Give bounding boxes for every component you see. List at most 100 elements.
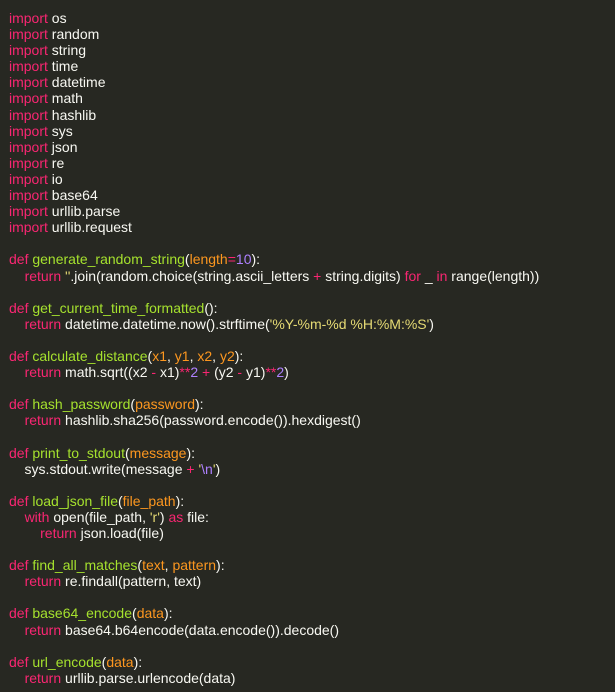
number-token: 2 [276, 364, 285, 381]
code-line[interactable]: return base64.b64encode(data.encode()).d… [0, 622, 615, 638]
code-text: string [47, 42, 87, 59]
code-line[interactable] [0, 428, 615, 444]
code-line[interactable]: def calculate_distance(x1, y1, x2, y2): [0, 348, 615, 364]
keyword-token: def [9, 299, 29, 316]
parameter-token: message [129, 444, 187, 461]
function-name-token: calculate_distance [32, 347, 148, 364]
code-line[interactable]: import json [0, 139, 615, 155]
code-line[interactable]: import datetime [0, 74, 615, 90]
code-line[interactable]: import os [0, 10, 615, 26]
keyword-token: return [24, 267, 62, 284]
code-text: ) [215, 460, 221, 477]
code-line[interactable]: def generate_random_string(length=10): [0, 251, 615, 267]
code-text: re.findall(pattern, text) [61, 573, 202, 590]
code-line[interactable]: def get_current_time_formatted(): [0, 300, 615, 316]
code-text: , [167, 347, 175, 364]
keyword-token: import [9, 42, 48, 59]
code-line[interactable]: import urllib.parse [0, 203, 615, 219]
parameter-token: file_path [122, 492, 176, 509]
keyword-token: import [9, 187, 48, 204]
code-line[interactable]: def print_to_stdout(message): [0, 445, 615, 461]
code-line[interactable]: import time [0, 58, 615, 74]
keyword-token: import [9, 74, 48, 91]
string-token: '%Y-%m-%d %H:%M:%S' [269, 315, 430, 332]
code-area[interactable]: import os import random import string impor… [0, 10, 615, 686]
code-line[interactable] [0, 235, 615, 251]
code-text: ): [216, 557, 225, 574]
code-line[interactable]: def load_json_file(file_path): [0, 493, 615, 509]
keyword-token: return [24, 364, 62, 381]
function-name-token: generate_random_string [32, 251, 185, 268]
code-text: math.sqrt((x2 [61, 364, 152, 381]
code-text: ): [163, 605, 173, 622]
keyword-token: def [9, 347, 29, 364]
code-line[interactable]: import math [0, 90, 615, 106]
code-line[interactable]: return ''.join(random.choice(string.asci… [0, 268, 615, 284]
code-text: math [47, 90, 83, 107]
parameter-token: data [106, 653, 134, 670]
function-name-token: base64_encode [32, 605, 133, 622]
code-line[interactable]: return hashlib.sha256(password.encode())… [0, 412, 615, 428]
code-line[interactable] [0, 284, 615, 300]
code-line[interactable]: import random [0, 26, 615, 42]
keyword-token: = [227, 251, 236, 268]
keyword-token: import [9, 10, 48, 26]
code-text: x1) [156, 364, 180, 381]
function-name-token: print_to_stdout [32, 444, 125, 461]
code-line[interactable] [0, 541, 615, 557]
code-text: random [47, 26, 100, 43]
parameter-token: data [136, 605, 164, 622]
code-line[interactable]: sys.stdout.write(message + '\n') [0, 461, 615, 477]
code-line[interactable]: import io [0, 171, 615, 187]
code-line[interactable]: import sys [0, 123, 615, 139]
keyword-token: def [9, 396, 29, 413]
keyword-token: import [9, 154, 48, 171]
code-line[interactable] [0, 380, 615, 396]
code-line[interactable] [0, 332, 615, 348]
keyword-token: import [9, 26, 48, 43]
code-line[interactable]: return re.findall(pattern, text) [0, 573, 615, 589]
code-text: re [47, 154, 65, 171]
parameter-token: text [142, 557, 165, 574]
code-line[interactable] [0, 589, 615, 605]
code-text: (): [204, 299, 218, 316]
keyword-token: def [9, 251, 29, 268]
code-line[interactable]: import string [0, 42, 615, 58]
code-text: io [47, 170, 63, 187]
parameter-token: length [189, 251, 228, 268]
code-line[interactable]: import urllib.request [0, 219, 615, 235]
code-line[interactable]: import base64 [0, 187, 615, 203]
code-text: file: [183, 508, 209, 525]
parameter-token: y2 [219, 347, 235, 364]
code-text: urllib.parse [47, 203, 121, 220]
code-line[interactable] [0, 477, 615, 493]
keyword-token: def [9, 492, 29, 509]
code-text: base64 [47, 187, 98, 204]
code-line[interactable]: return json.load(file) [0, 525, 615, 541]
code-line[interactable]: return datetime.datetime.now().strftime(… [0, 316, 615, 332]
code-line[interactable]: def hash_password(password): [0, 396, 615, 412]
keyword-token: import [9, 122, 48, 139]
code-editor[interactable]: import os import random import string impor… [0, 0, 615, 692]
keyword-token: return [24, 573, 62, 590]
keyword-token: import [9, 90, 48, 107]
keyword-token: + [202, 364, 211, 381]
code-line[interactable] [0, 638, 615, 654]
code-line[interactable]: def url_encode(data): [0, 654, 615, 670]
code-line[interactable]: def find_all_matches(text, pattern): [0, 557, 615, 573]
code-text: range(length)) [447, 267, 540, 284]
code-line[interactable]: def base64_encode(data): [0, 605, 615, 621]
function-name-token: hash_password [32, 396, 131, 413]
code-text: ): [195, 396, 204, 413]
keyword-token: import [9, 106, 48, 123]
code-line[interactable]: return urllib.parse.urlencode(data) [0, 670, 615, 686]
code-line[interactable]: with open(file_path, 'r') as file: [0, 509, 615, 525]
code-line[interactable]: import hashlib [0, 107, 615, 123]
parameter-token: y1 [174, 347, 190, 364]
keyword-token: import [9, 58, 48, 75]
code-line[interactable]: return math.sqrt((x2 - x1)**2 + (y2 - y1… [0, 364, 615, 380]
code-line[interactable]: import re [0, 155, 615, 171]
